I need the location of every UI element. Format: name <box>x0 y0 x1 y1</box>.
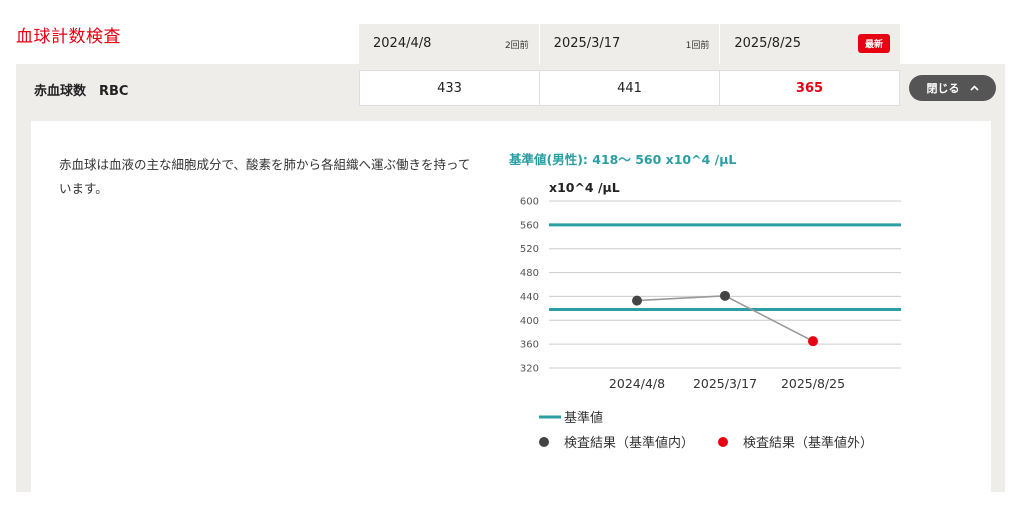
data-point-out-of-range <box>808 336 818 347</box>
y-tick-label: 600 <box>520 197 539 208</box>
value-row: 433 441 365 <box>359 70 900 106</box>
section-title: 血球計数検査 <box>16 27 121 47</box>
date-column-0: 2024/4/8 2回前 <box>359 24 539 64</box>
detail-panel: 赤血球は血液の主な細胞成分で、酸素を肺から各組織へ運ぶ働きを持っています。 基準… <box>31 121 991 492</box>
rbc-trend-chart: x10^4 /μL 320 360 400 440 480 520 560 600 2024/… <box>520 180 901 451</box>
test-name-label: 赤血球数 RBC <box>34 84 129 99</box>
latest-badge: 最新 <box>858 34 891 53</box>
data-point <box>632 295 642 306</box>
test-date: 2024/4/8 <box>373 36 432 51</box>
y-tick-label: 360 <box>520 340 539 351</box>
x-tick-label: 2025/3/17 <box>693 376 757 391</box>
date-column-2: 2025/8/25 最新 <box>719 24 900 64</box>
visit-tag: 1回前 <box>685 41 710 51</box>
value-cell: 433 <box>437 80 462 96</box>
test-date: 2025/3/17 <box>553 36 621 51</box>
value-cell-out-of-range: 365 <box>719 71 899 105</box>
close-button-label: 閉じる <box>926 82 960 95</box>
visit-tag: 2回前 <box>504 41 529 51</box>
date-column-1: 2025/3/17 1回前 <box>538 24 720 64</box>
legend-reference-label: 基準値 <box>564 410 603 426</box>
y-tick-label: 440 <box>520 292 539 303</box>
legend-out-range-label: 検査結果（基準値外） <box>743 435 873 451</box>
test-date: 2025/8/25 <box>734 36 802 51</box>
data-point <box>720 290 730 301</box>
y-tick-label: 560 <box>520 220 539 231</box>
chart-y-axis-label: x10^4 /μL <box>549 180 620 195</box>
y-tick-label: 400 <box>520 316 539 327</box>
legend-in-range-swatch <box>539 437 549 447</box>
date-header: 2024/4/8 2回前 2025/3/17 1回前 2025/8/25 最新 <box>359 24 900 64</box>
legend-out-range-swatch <box>718 437 728 447</box>
close-button[interactable]: 閉じる <box>909 75 996 101</box>
value-cell: 441 <box>539 71 719 105</box>
x-tick-label: 2025/8/25 <box>781 376 845 391</box>
series-line <box>636 295 814 342</box>
x-tick-label: 2024/4/8 <box>609 376 665 391</box>
y-tick-label: 320 <box>520 364 539 375</box>
y-tick-label: 480 <box>520 268 539 279</box>
y-tick-label: 520 <box>520 244 539 255</box>
chevron-up-icon <box>969 85 979 91</box>
legend-in-range-label: 検査結果（基準値内） <box>564 435 694 451</box>
